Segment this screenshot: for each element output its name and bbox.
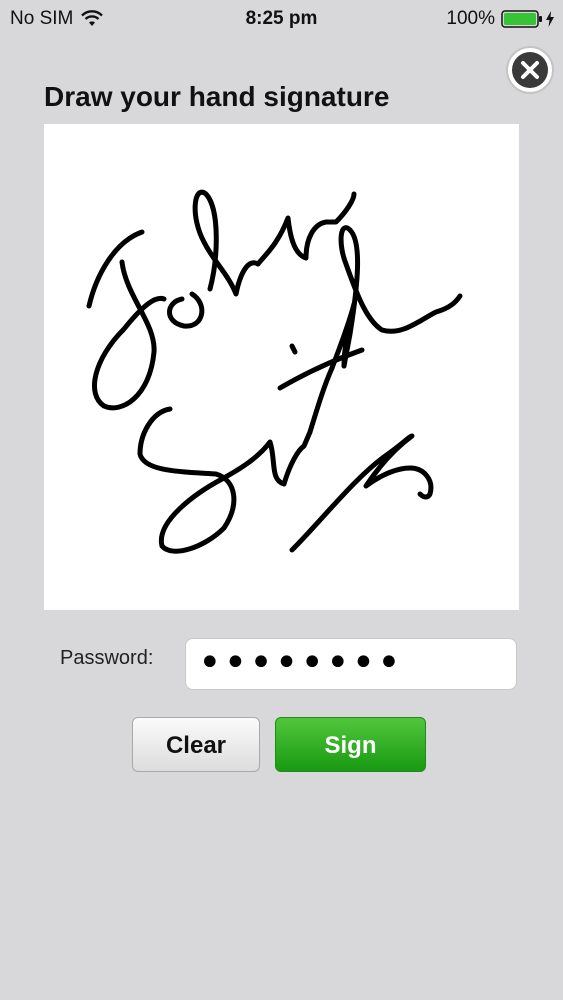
close-icon xyxy=(506,46,554,94)
close-button[interactable] xyxy=(505,45,555,95)
battery-icon xyxy=(501,10,542,28)
sign-button[interactable]: Sign xyxy=(275,717,426,772)
status-bar: No SIM 8:25 pm 100% xyxy=(0,0,563,36)
battery-percent: 100% xyxy=(446,8,495,29)
charging-bolt-icon xyxy=(546,11,554,27)
page-title: Draw your hand signature xyxy=(44,81,390,112)
password-input[interactable]: •••••••• xyxy=(185,638,517,690)
signature-drawing xyxy=(86,189,463,554)
clear-button[interactable]: Clear xyxy=(132,717,260,772)
status-right: 100% xyxy=(446,8,555,30)
password-label: Password: xyxy=(60,647,154,669)
signature-pad[interactable] xyxy=(44,124,519,610)
